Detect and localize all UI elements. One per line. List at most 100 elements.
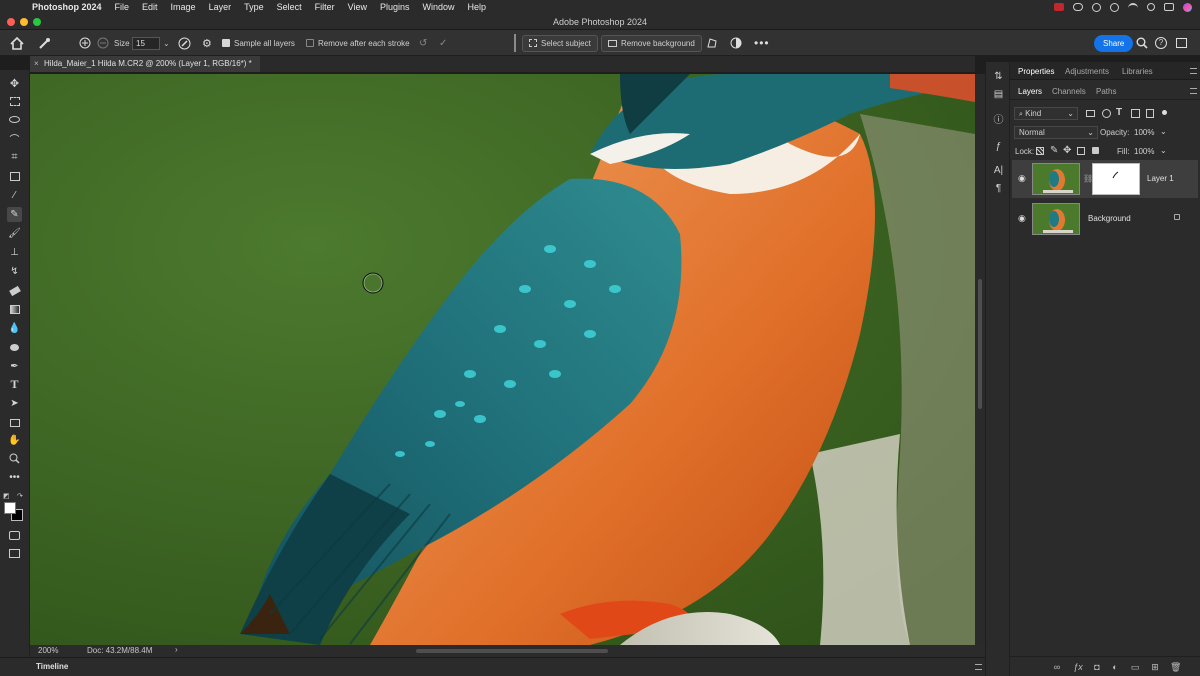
opacity-chevron-icon[interactable]: ⌄ [1160,127,1167,136]
settings-button[interactable]: ⚙ [202,30,212,56]
filter-type-icon[interactable]: T [1116,107,1122,118]
hand-tool[interactable]: ✋ [7,433,22,448]
close-window-button[interactable] [7,18,15,26]
share-button[interactable]: Share [1094,34,1134,52]
default-colors-icon[interactable]: ◩ [3,490,10,500]
search-icon[interactable] [1147,3,1155,11]
document-tab[interactable]: × Hilda_Maier_1 Hilda M.CR2 @ 200% (Laye… [30,56,260,72]
kind-filter-dropdown[interactable]: ⌕ Kind ⌄ [1014,107,1078,120]
gradient-tool[interactable] [7,302,22,317]
menu-view[interactable]: View [348,2,367,12]
tab-paths[interactable]: Paths [1096,87,1116,96]
select-mask-button[interactable] [706,30,718,56]
tray-record-icon[interactable] [1092,2,1101,12]
adjustments-button[interactable] [730,30,742,56]
status-menu-arrow-icon[interactable]: › [175,645,178,654]
control-center-icon[interactable] [1164,3,1174,11]
paragraph-icon[interactable]: ¶ [992,182,1005,195]
new-layer-icon[interactable]: ⊞ [1150,662,1160,672]
foreground-color-swatch[interactable] [4,502,16,514]
help-button[interactable]: ? [1155,30,1167,56]
more-options-button[interactable]: ••• [754,30,770,56]
home-button[interactable] [10,30,24,56]
undo-stroke-button[interactable]: ↺ [419,30,427,56]
quick-mask-button[interactable] [7,528,22,543]
tray-cloud-icon[interactable] [1073,3,1083,11]
zoom-window-button[interactable] [33,18,41,26]
layer-mask-thumbnail[interactable] [1092,163,1140,195]
menu-edit[interactable]: Edit [142,2,158,12]
menu-type[interactable]: Type [244,2,264,12]
add-mask-icon[interactable]: ◘ [1092,662,1102,672]
eye-icon[interactable]: ◉ [1018,214,1028,223]
menu-layer[interactable]: Layer [209,2,232,12]
history-icon[interactable]: ⇅ [992,70,1005,83]
layer-row-layer-1[interactable]: ◉ ⛓ Layer 1 [1012,160,1198,198]
eye-icon[interactable]: ◉ [1018,174,1028,183]
filter-pixel-icon[interactable] [1086,110,1095,117]
path-selection-tool[interactable]: ➤ [7,396,22,411]
tab-libraries[interactable]: Libraries [1122,67,1153,76]
chevron-down-icon[interactable]: ⌄ [163,39,170,48]
comments-icon[interactable]: ▤ [992,88,1005,101]
lock-position-icon[interactable]: ✥ [1063,145,1071,156]
vertical-scrollbar[interactable] [975,74,985,645]
tray-play-icon[interactable] [1110,2,1119,12]
adjustment-layer-icon[interactable]: ◐ [1110,662,1120,672]
eraser-tool[interactable] [7,283,22,298]
rectangle-tool[interactable] [7,415,22,430]
select-subject-button[interactable]: Select subject [522,34,598,52]
quick-selection-tool[interactable]: ⌒ [7,131,22,146]
opacity-value[interactable]: 100% [1134,128,1154,137]
zoom-tool[interactable] [7,451,22,466]
vertical-scroll-thumb[interactable] [978,279,982,409]
horizontal-scroll-thumb[interactable] [416,649,608,653]
dodge-tool[interactable] [7,340,22,355]
filter-adjustment-icon[interactable] [1102,109,1111,118]
marquee-tool[interactable] [7,94,22,109]
filter-toggle-icon[interactable] [1162,110,1167,115]
layer-row-background[interactable]: ◉ Background [1012,200,1198,238]
panel-menu-icon[interactable] [1190,68,1197,74]
type-tool[interactable]: T [7,377,22,392]
clone-stamp-tool[interactable]: ⊥ [7,245,22,260]
pressure-size-button[interactable] [178,30,191,56]
tab-channels[interactable]: Channels [1052,87,1086,96]
fill-chevron-icon[interactable]: ⌄ [1160,146,1167,155]
menu-filter[interactable]: Filter [315,2,335,12]
filter-smartobject-icon[interactable] [1146,109,1154,118]
apple-menu-icon[interactable] [10,2,20,12]
layers-menu-icon[interactable] [1190,88,1197,94]
crop-tool[interactable]: ⌗ [7,150,22,165]
wifi-icon[interactable] [1128,3,1138,11]
size-input[interactable]: 15 [132,36,160,50]
panel-menu-icon[interactable] [975,664,982,670]
menu-window[interactable]: Window [423,2,455,12]
lasso-tool[interactable] [7,112,22,127]
lock-image-icon[interactable]: ✎ [1050,145,1058,156]
lock-transparent-icon[interactable] [1036,147,1044,155]
filter-shape-icon[interactable] [1131,109,1140,118]
menu-app[interactable]: Photoshop 2024 [32,2,102,12]
brush-tool[interactable]: 🖌 [7,226,22,241]
frame-tool[interactable] [7,169,22,184]
screen-mode-button[interactable] [7,546,22,561]
character-icon[interactable]: A| [992,164,1005,177]
tab-properties[interactable]: Properties [1018,67,1054,76]
history-brush-tool[interactable]: ↯ [7,264,22,279]
new-group-icon[interactable]: ▭ [1130,662,1140,672]
swap-colors-icon[interactable]: ↷ [17,490,23,500]
timeline-label[interactable]: Timeline [36,662,68,671]
lock-all-icon[interactable] [1092,147,1099,154]
menu-file[interactable]: File [115,2,130,12]
brush-subtract-mode[interactable] [97,30,109,56]
zoom-level[interactable]: 200% [38,646,58,655]
remove-background-button[interactable]: Remove background [601,34,702,52]
search-button[interactable] [1136,30,1148,56]
close-tab-icon[interactable]: × [34,56,39,72]
info-icon[interactable]: ⓘ [992,114,1005,127]
trash-icon[interactable]: 🗑 [1170,662,1181,672]
tab-adjustments[interactable]: Adjustments [1065,67,1109,76]
fill-value[interactable]: 100% [1134,147,1154,156]
menu-select[interactable]: Select [277,2,302,12]
